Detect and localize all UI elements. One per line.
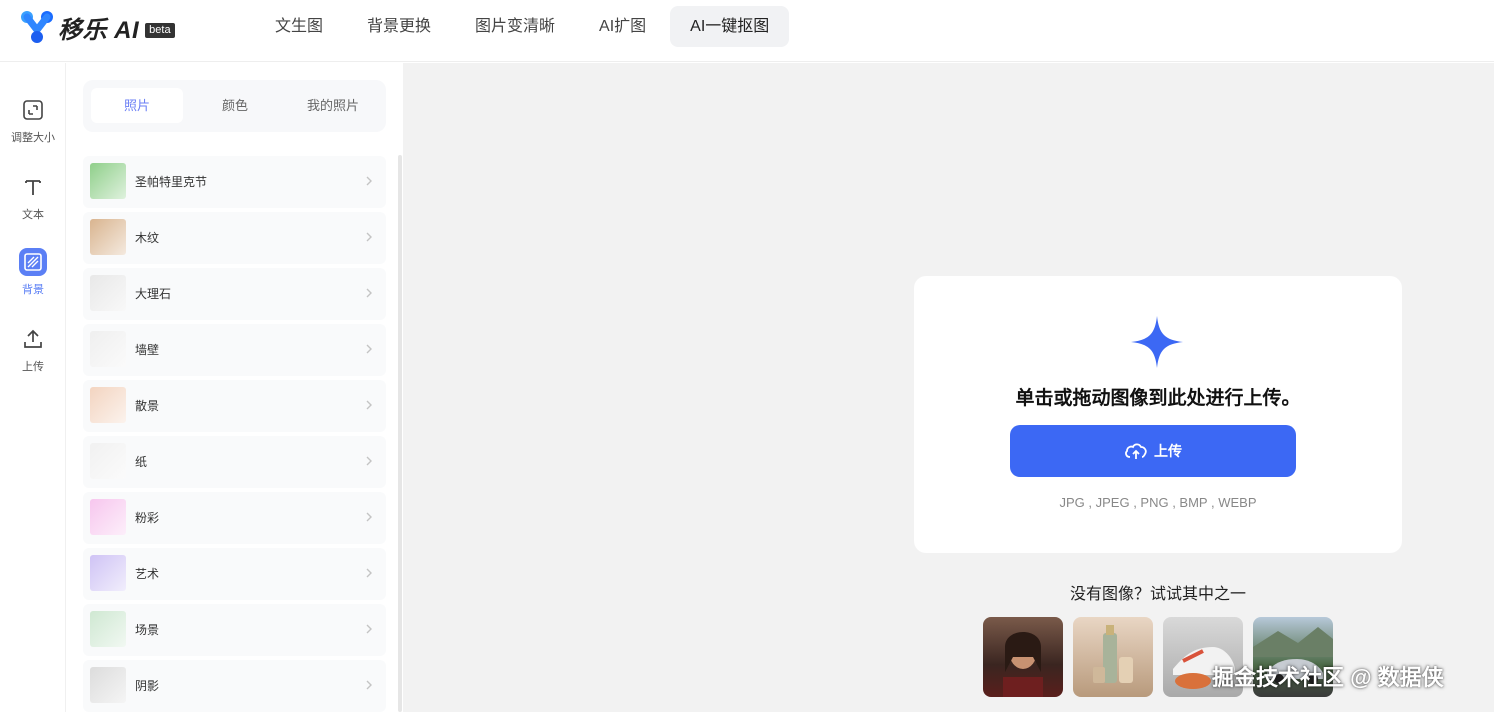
list-item[interactable]: 纸 bbox=[83, 436, 386, 488]
list-item[interactable]: 圣帕特里克节 bbox=[83, 156, 386, 208]
supported-formats: JPG , JPEG , PNG , BMP , WEBP bbox=[1059, 495, 1257, 510]
category-label: 大理石 bbox=[135, 287, 172, 301]
sample-title: 没有图像？试试其中之一 bbox=[1069, 586, 1246, 603]
list-item[interactable]: 艺术 bbox=[83, 548, 386, 600]
watermark: 掘金技术社区 @ 数据侠 bbox=[1212, 665, 1444, 690]
text-icon bbox=[19, 173, 47, 201]
chevron-right-icon bbox=[366, 456, 372, 466]
upload-dropzone[interactable]: 单击或拖动图像到此处进行上传。 上传 JPG , JPEG , PNG , BM… bbox=[914, 276, 1402, 553]
panel-scrollbar[interactable] bbox=[398, 155, 402, 712]
portrait-sample[interactable] bbox=[983, 617, 1063, 697]
rail-label: 文本 bbox=[22, 209, 44, 221]
category-thumbnail bbox=[90, 443, 126, 479]
canvas-area: 单击或拖动图像到此处进行上传。 上传 JPG , JPEG , PNG , BM… bbox=[403, 63, 1494, 712]
cloud-upload-icon bbox=[1125, 443, 1147, 459]
category-label: 木纹 bbox=[135, 231, 160, 245]
category-thumbnail bbox=[90, 331, 126, 367]
nav-ai-expand[interactable]: AI扩图 bbox=[579, 6, 666, 47]
category-label: 艺术 bbox=[135, 567, 160, 581]
background-panel: 照片 颜色 我的照片 圣帕特里克节 木纹大理石墙壁散景纸粉彩艺术场景阴影 bbox=[67, 63, 402, 712]
list-item[interactable]: 场景 bbox=[83, 604, 386, 656]
chevron-right-icon bbox=[366, 680, 372, 690]
rail-label: 调整大小 bbox=[11, 132, 55, 144]
chevron-right-icon bbox=[366, 512, 372, 522]
category-thumbnail bbox=[90, 387, 126, 423]
rail-label: 背景 bbox=[22, 284, 44, 296]
tab-my-photos[interactable]: 我的照片 bbox=[287, 88, 379, 123]
list-item[interactable]: 散景 bbox=[83, 380, 386, 432]
rail-label: 上传 bbox=[22, 361, 44, 373]
beta-badge: beta bbox=[145, 22, 175, 38]
rail-item-background[interactable]: 背景 bbox=[0, 248, 66, 297]
chevron-right-icon bbox=[366, 624, 372, 634]
bottles-sample[interactable] bbox=[1073, 617, 1153, 697]
category-label: 阴影 bbox=[135, 679, 160, 693]
rail-item-text[interactable]: 文本 bbox=[0, 173, 66, 222]
list-item[interactable]: 阴影 bbox=[83, 660, 386, 712]
rail-item-upload[interactable]: 上传 bbox=[0, 325, 66, 374]
logo[interactable]: 移乐 AI beta bbox=[20, 10, 175, 44]
category-thumbnail bbox=[90, 163, 126, 199]
category-thumbnail bbox=[90, 555, 126, 591]
upload-button[interactable]: 上传 bbox=[1010, 425, 1296, 477]
category-thumbnail bbox=[90, 611, 126, 647]
background-icon bbox=[19, 248, 47, 276]
tool-rail: 调整大小 文本 背景 上传 bbox=[0, 63, 66, 712]
list-item[interactable]: 木纹 bbox=[83, 212, 386, 264]
upload-instruction: 单击或拖动图像到此处进行上传。 bbox=[1015, 388, 1301, 409]
rail-item-resize[interactable]: 调整大小 bbox=[0, 96, 66, 145]
category-label: 粉彩 bbox=[135, 511, 160, 525]
tab-photos[interactable]: 照片 bbox=[91, 88, 183, 123]
chevron-right-icon bbox=[366, 232, 372, 242]
nav-text-to-image[interactable]: 文生图 bbox=[255, 6, 343, 47]
category-label: 圣帕特里克节 bbox=[135, 175, 208, 189]
brand-name: 移乐 AI bbox=[58, 16, 140, 44]
top-nav: 文生图 背景更换 图片变清晰 AI扩图 AI一键抠图 bbox=[255, 6, 793, 47]
chevron-right-icon bbox=[366, 568, 372, 578]
nav-ai-cutout[interactable]: AI一键抠图 bbox=[670, 6, 790, 47]
resize-icon bbox=[19, 96, 47, 124]
category-thumbnail bbox=[90, 219, 126, 255]
category-list: 圣帕特里克节 木纹大理石墙壁散景纸粉彩艺术场景阴影 bbox=[83, 156, 386, 716]
list-item[interactable]: 粉彩 bbox=[83, 492, 386, 544]
category-label: 墙壁 bbox=[135, 343, 160, 357]
chevron-right-icon bbox=[366, 400, 372, 410]
chevron-right-icon bbox=[366, 176, 372, 186]
category-thumbnail bbox=[90, 275, 126, 311]
category-label: 散景 bbox=[135, 399, 160, 413]
category-label: 场景 bbox=[135, 623, 160, 637]
list-item[interactable]: 墙壁 bbox=[83, 324, 386, 376]
category-label: 纸 bbox=[135, 455, 148, 469]
nav-image-enhance[interactable]: 图片变清晰 bbox=[455, 6, 575, 47]
logo-icon bbox=[20, 10, 54, 44]
sparkle-icon bbox=[1129, 314, 1185, 370]
category-thumbnail bbox=[90, 499, 126, 535]
category-thumbnail bbox=[90, 667, 126, 703]
upload-button-label: 上传 bbox=[1154, 443, 1182, 459]
panel-tabs: 照片 颜色 我的照片 bbox=[83, 80, 386, 132]
nav-background-replace[interactable]: 背景更换 bbox=[347, 6, 451, 47]
chevron-right-icon bbox=[366, 344, 372, 354]
tab-colors[interactable]: 颜色 bbox=[189, 88, 281, 123]
chevron-right-icon bbox=[366, 288, 372, 298]
top-bar: 移乐 AI beta 文生图 背景更换 图片变清晰 AI扩图 AI一键抠图 bbox=[0, 0, 1494, 62]
upload-icon bbox=[19, 325, 47, 353]
list-item[interactable]: 大理石 bbox=[83, 268, 386, 320]
